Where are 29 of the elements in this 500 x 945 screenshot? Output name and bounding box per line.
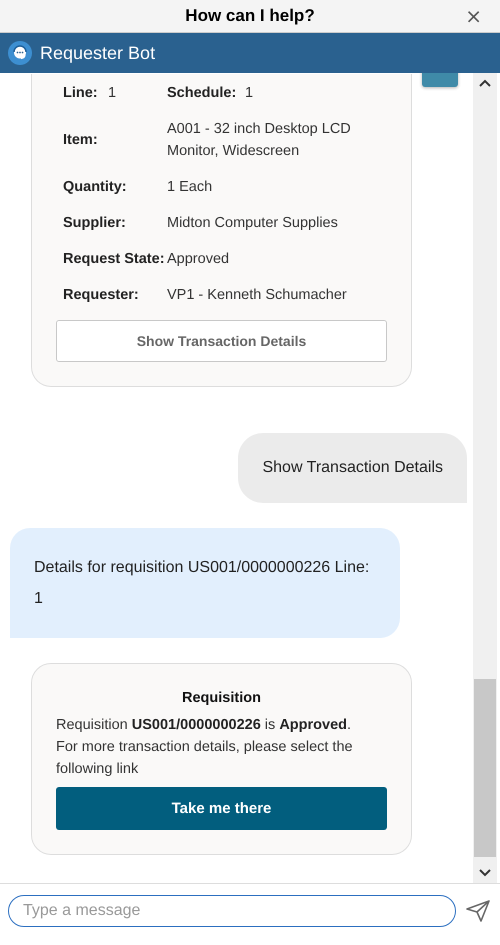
scrollbar[interactable]	[473, 73, 497, 883]
field-label: Requester:	[63, 286, 140, 305]
send-icon[interactable]	[466, 900, 490, 922]
scroll-thumb[interactable]	[474, 679, 496, 857]
card-title: Requisition	[181, 690, 262, 706]
field-value: 1	[245, 84, 254, 103]
headset-icon	[8, 41, 32, 65]
card-text: Requisition US001/0000000226 is Approved.	[56, 716, 352, 735]
message-field[interactable]: Type a message	[8, 894, 456, 926]
user-message: Show Transaction Details	[238, 433, 467, 503]
card-text: For more transaction details, please select the following link	[56, 738, 354, 779]
field-value: 1 Each	[167, 178, 214, 197]
show-details-button[interactable]: Show Transaction Details	[56, 320, 387, 362]
field-value: 1	[108, 84, 118, 103]
field-value: A001 - 32 inch Desktop LCD Monitor, Widescreen	[167, 120, 352, 161]
field-label: Schedule:	[167, 84, 238, 103]
close-button[interactable]: ×	[461, 6, 486, 26]
bot-name: Requester Bot	[40, 42, 156, 64]
field-value: Approved	[167, 250, 230, 269]
field-value: Midton Computer Supplies	[167, 214, 339, 233]
field-label: Line:	[63, 84, 99, 103]
field-value: VP1 - Kenneth Schumacher	[167, 286, 348, 305]
take-me-there-button[interactable]: Take me there	[56, 787, 387, 830]
field-label: Quantity:	[63, 178, 128, 197]
bot-message: Details for requisition US001/0000000226 Line: 1	[10, 528, 400, 638]
field-label: Request State:	[63, 250, 166, 269]
dialog-title: How can I help?	[185, 6, 315, 26]
field-label: Item:	[63, 131, 99, 150]
field-label: Supplier:	[63, 214, 127, 233]
